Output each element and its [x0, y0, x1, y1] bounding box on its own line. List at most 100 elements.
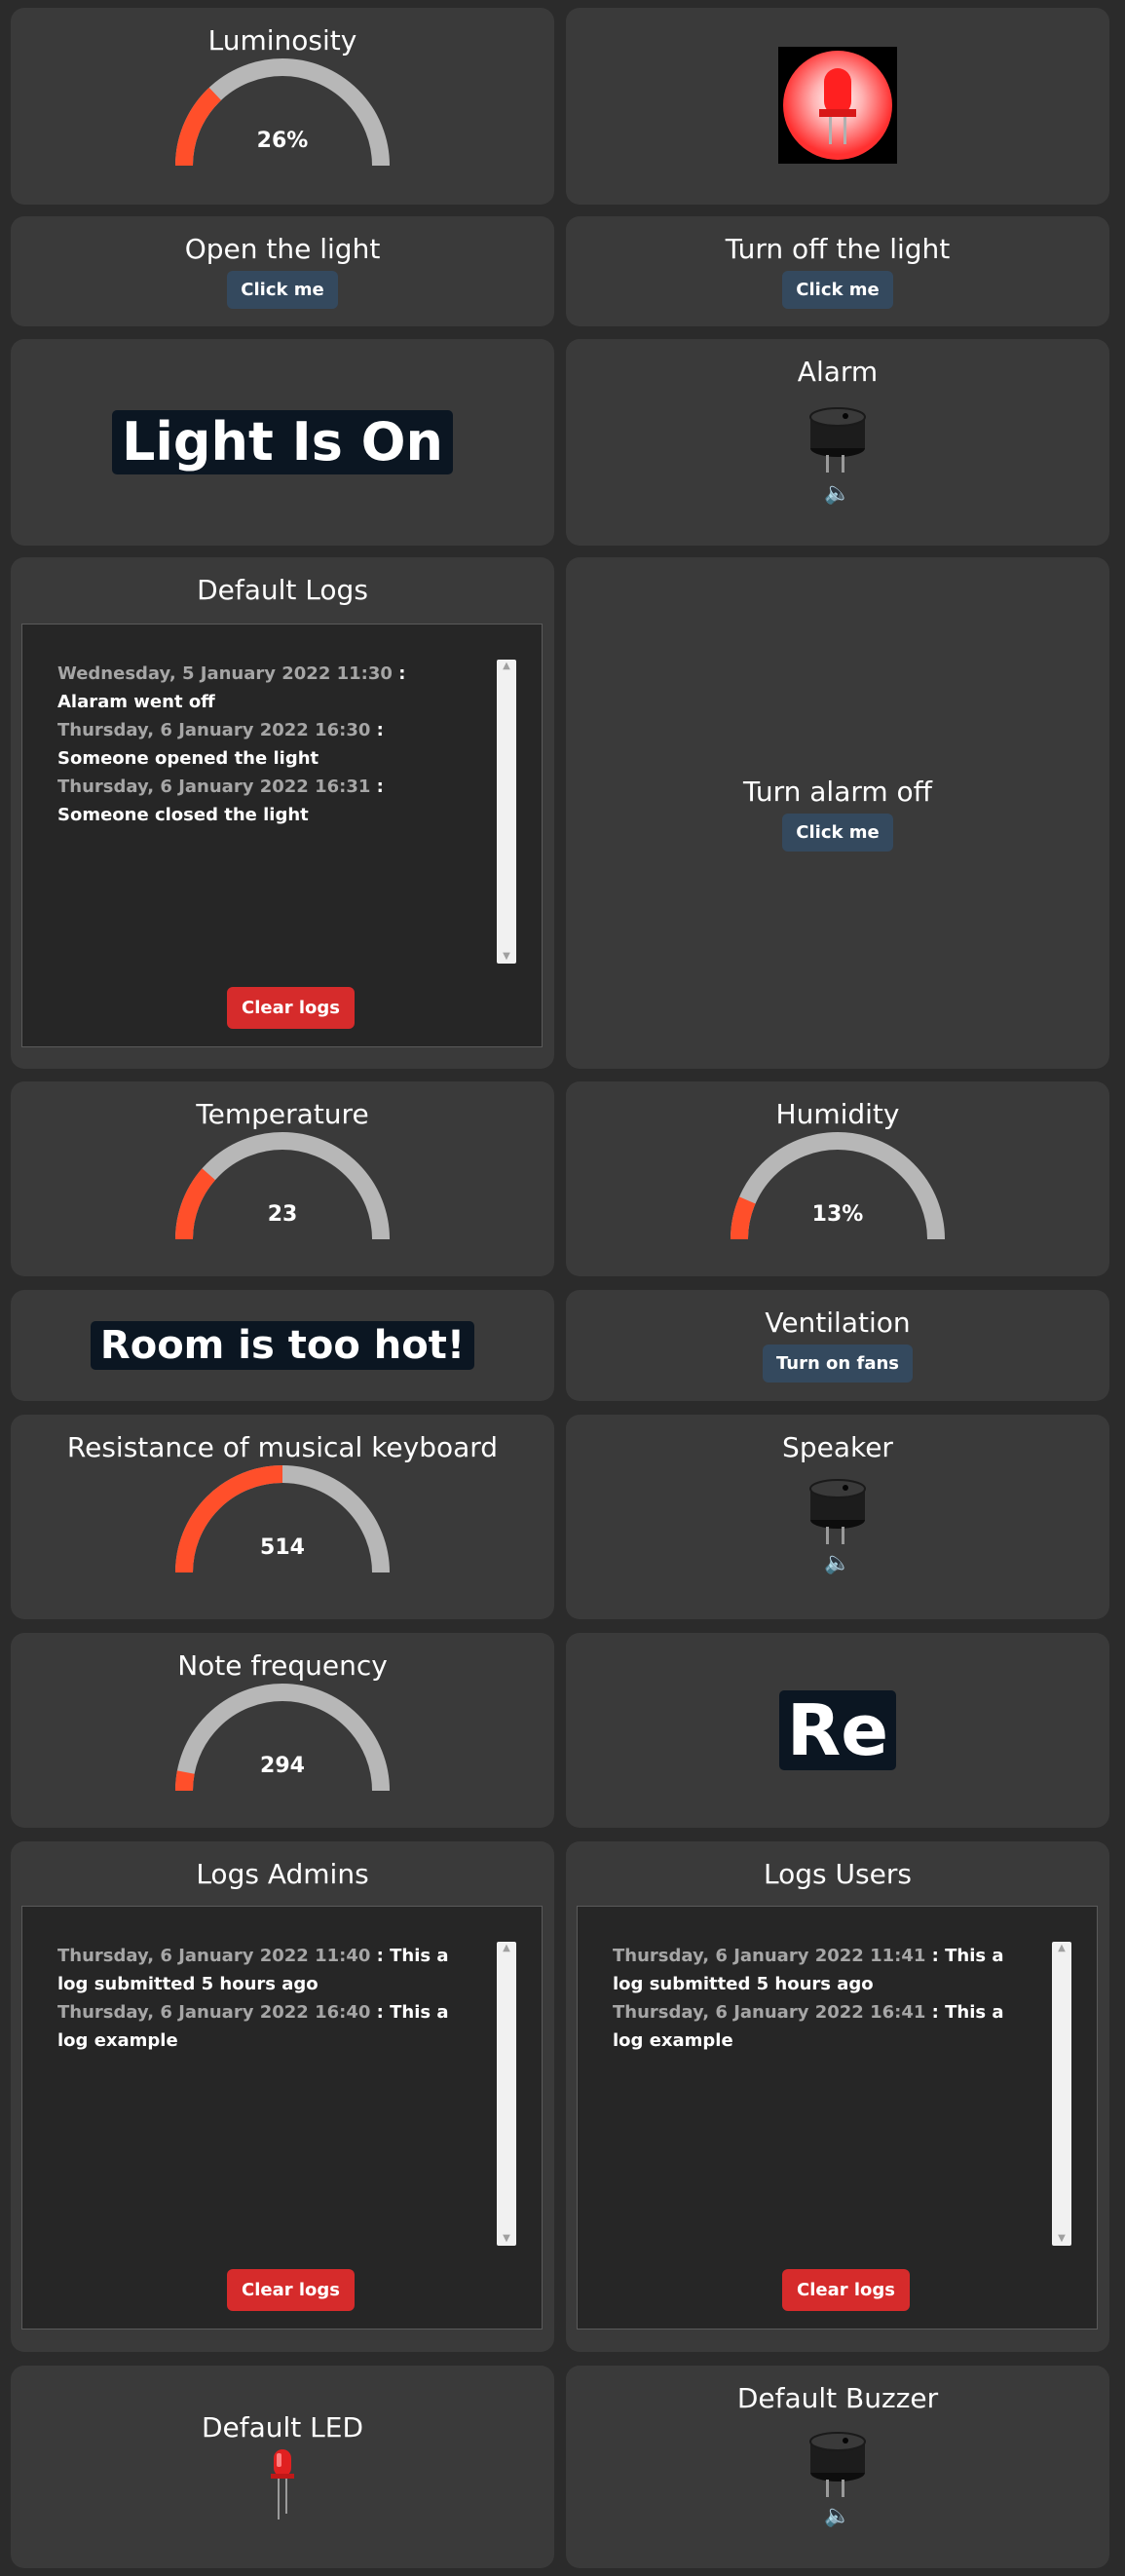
led-icon — [271, 2448, 294, 2519]
note-frequency-card: Note frequency 294 — [11, 1633, 554, 1828]
turn-off-light-card: Turn off the light Click me — [566, 216, 1109, 326]
buzzer-icon — [809, 407, 866, 473]
log-date: Thursday, 6 January 2022 16:30 — [57, 720, 371, 740]
note-display-card: Re — [566, 1633, 1109, 1828]
open-light-button[interactable]: Click me — [227, 271, 338, 309]
speaker-icon[interactable]: 🔈 — [824, 2506, 850, 2527]
log-scrollbar[interactable]: ▲ ▼ — [1052, 1942, 1071, 2246]
keyboard-resistance-gauge: 514 — [175, 1465, 390, 1574]
log-separator: : — [392, 663, 406, 684]
default-led-title: Default LED — [201, 2410, 364, 2443]
clear-user-logs-button[interactable]: Clear logs — [782, 2269, 911, 2311]
logs-users-card: Logs Users Thursday, 6 January 2022 11:4… — [566, 1841, 1109, 2352]
logs-users-title: Logs Users — [764, 1858, 912, 1890]
note-frequency-value: 294 — [260, 1754, 305, 1778]
temperature-gauge: 23 — [175, 1132, 390, 1241]
open-light-title: Open the light — [184, 233, 381, 265]
log-date: Thursday, 6 January 2022 16:31 — [57, 777, 371, 797]
speaker-title: Speaker — [782, 1431, 893, 1463]
humidity-gauge: 13% — [731, 1132, 945, 1241]
keyboard-resistance-value: 514 — [260, 1535, 305, 1560]
scroll-up-arrow-icon[interactable]: ▲ — [497, 660, 516, 673]
turn-off-light-button[interactable]: Click me — [782, 271, 893, 309]
user-log-list: Thursday, 6 January 2022 11:41 : This a … — [613, 1942, 1031, 2055]
clear-default-logs-button[interactable]: Clear logs — [227, 987, 356, 1029]
log-message: Alaram went off — [57, 692, 215, 712]
speaker-card: Speaker 🔈 — [566, 1415, 1109, 1619]
humidity-value: 13% — [811, 1202, 864, 1227]
log-separator: : — [925, 2002, 946, 2023]
luminosity-value: 26% — [256, 129, 309, 153]
log-scrollbar[interactable]: ▲ ▼ — [497, 1942, 516, 2246]
log-entry: Thursday, 6 January 2022 16:31 : Someone… — [57, 773, 476, 829]
led-image-card — [566, 8, 1109, 205]
heat-warning-banner: Room is too hot! — [90, 1321, 475, 1370]
ventilation-card: Ventilation Turn on fans — [566, 1290, 1109, 1401]
logs-admins-card: Logs Admins Thursday, 6 January 2022 11:… — [11, 1841, 554, 2352]
log-scrollbar[interactable]: ▲ ▼ — [497, 660, 516, 964]
led-lit-icon — [778, 47, 897, 164]
note-frequency-gauge: 294 — [175, 1684, 390, 1793]
log-separator: : — [925, 1946, 946, 1966]
default-buzzer-card: Default Buzzer 🔈 — [566, 2366, 1109, 2568]
default-logs-title: Default Logs — [197, 574, 368, 606]
log-message: Someone closed the light — [57, 805, 309, 825]
luminosity-card: Luminosity 26% — [11, 8, 554, 205]
luminosity-gauge: 26% — [175, 58, 390, 168]
buzzer-icon — [809, 1479, 866, 1544]
logs-admins-title: Logs Admins — [196, 1858, 369, 1890]
temperature-card: Temperature 23 — [11, 1081, 554, 1276]
log-message: Someone opened the light — [57, 748, 319, 769]
temperature-value: 23 — [267, 1202, 298, 1227]
log-entry: Thursday, 6 January 2022 16:41 : This a … — [613, 1998, 1031, 2055]
log-date: Thursday, 6 January 2022 16:41 — [613, 2002, 926, 2023]
humidity-title: Humidity — [775, 1098, 900, 1130]
temperature-title: Temperature — [196, 1098, 369, 1130]
log-date: Thursday, 6 January 2022 11:40 — [57, 1946, 371, 1966]
log-entry: Thursday, 6 January 2022 16:30 : Someone… — [57, 716, 476, 773]
alarm-off-button[interactable]: Click me — [782, 813, 893, 852]
scroll-up-arrow-icon[interactable]: ▲ — [1052, 1942, 1071, 1955]
scroll-down-arrow-icon[interactable]: ▼ — [1052, 2232, 1071, 2246]
log-separator: : — [370, 1946, 391, 1966]
logs-users-box: Thursday, 6 January 2022 11:41 : This a … — [577, 1906, 1098, 2330]
log-entry: Thursday, 6 January 2022 11:40 : This a … — [57, 1942, 476, 1998]
heat-warning-card: Room is too hot! — [11, 1290, 554, 1401]
scroll-down-arrow-icon[interactable]: ▼ — [497, 2232, 516, 2246]
light-status-banner: Light Is On — [111, 409, 453, 475]
turn-on-fans-button[interactable]: Turn on fans — [762, 1345, 914, 1383]
speaker-icon[interactable]: 🔈 — [824, 1553, 850, 1574]
alarm-off-card: Turn alarm off Click me — [566, 557, 1109, 1069]
log-entry: Thursday, 6 January 2022 11:41 : This a … — [613, 1942, 1031, 1998]
buzzer-icon — [809, 2432, 866, 2497]
alarm-title: Alarm — [797, 356, 879, 388]
clear-admin-logs-button[interactable]: Clear logs — [227, 2269, 356, 2311]
turn-off-light-title: Turn off the light — [725, 233, 951, 265]
logs-admins-box: Thursday, 6 January 2022 11:40 : This a … — [21, 1906, 543, 2330]
open-light-card: Open the light Click me — [11, 216, 554, 326]
log-date: Thursday, 6 January 2022 11:41 — [613, 1946, 926, 1966]
log-date: Wednesday, 5 January 2022 11:30 — [57, 663, 393, 684]
keyboard-resistance-card: Resistance of musical keyboard 514 — [11, 1415, 554, 1619]
log-entry: Wednesday, 5 January 2022 11:30 : Alaram… — [57, 660, 476, 716]
default-buzzer-title: Default Buzzer — [736, 2382, 939, 2414]
scroll-down-arrow-icon[interactable]: ▼ — [497, 950, 516, 964]
log-separator: : — [370, 2002, 391, 2023]
note-display-banner: Re — [778, 1689, 897, 1771]
log-separator: : — [370, 720, 384, 740]
ventilation-title: Ventilation — [765, 1307, 911, 1339]
default-logs-card: Default Logs Wednesday, 5 January 2022 1… — [11, 557, 554, 1069]
default-log-list: Wednesday, 5 January 2022 11:30 : Alaram… — [57, 660, 476, 829]
luminosity-title: Luminosity — [207, 24, 357, 57]
scroll-up-arrow-icon[interactable]: ▲ — [497, 1942, 516, 1955]
speaker-icon[interactable]: 🔈 — [824, 483, 850, 505]
log-entry: Thursday, 6 January 2022 16:40 : This a … — [57, 1998, 476, 2055]
note-frequency-title: Note frequency — [177, 1649, 388, 1682]
admin-log-list: Thursday, 6 January 2022 11:40 : This a … — [57, 1942, 476, 2055]
humidity-card: Humidity 13% — [566, 1081, 1109, 1276]
light-status-card: Light Is On — [11, 339, 554, 546]
keyboard-resistance-title: Resistance of musical keyboard — [66, 1431, 499, 1463]
default-logs-box: Wednesday, 5 January 2022 11:30 : Alaram… — [21, 624, 543, 1047]
alarm-off-title: Turn alarm off — [743, 775, 932, 808]
log-separator: : — [370, 777, 384, 797]
